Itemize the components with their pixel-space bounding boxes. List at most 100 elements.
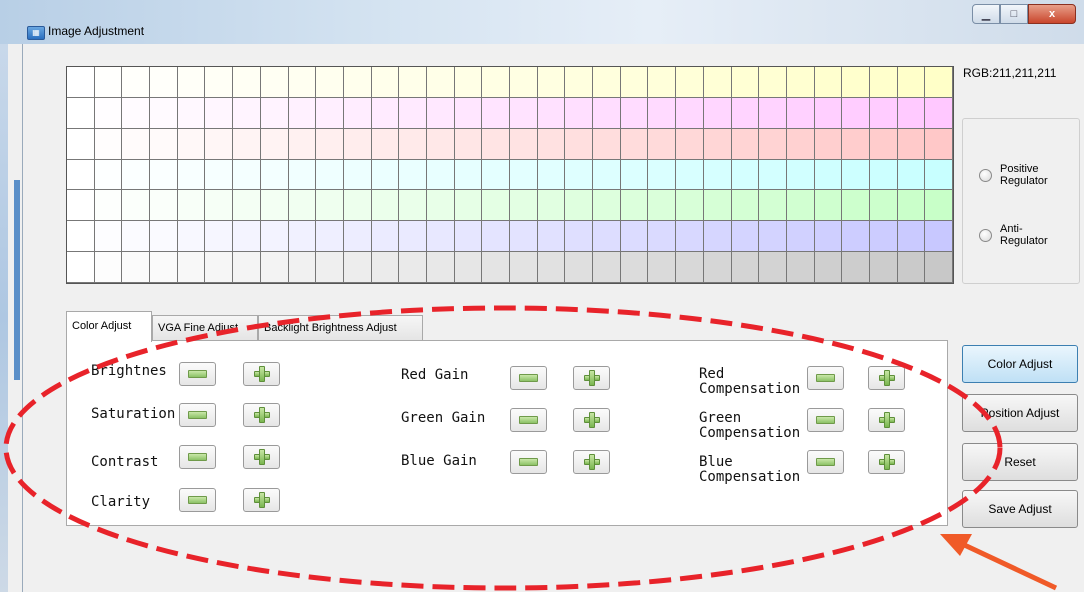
color-swatch[interactable] (205, 128, 234, 160)
color-swatch[interactable] (648, 128, 677, 160)
color-swatch[interactable] (177, 159, 206, 191)
color-swatch[interactable] (67, 190, 95, 222)
color-swatch[interactable] (399, 97, 427, 129)
color-swatch[interactable] (67, 97, 95, 129)
color-swatch[interactable] (731, 252, 760, 283)
color-swatch[interactable] (565, 67, 594, 98)
color-swatch[interactable] (593, 252, 621, 283)
color-swatch[interactable] (67, 252, 95, 283)
color-swatch[interactable] (288, 221, 317, 253)
color-swatch[interactable] (371, 128, 400, 160)
color-swatch[interactable] (454, 97, 483, 129)
color-swatch[interactable] (620, 252, 649, 283)
color-swatch[interactable] (814, 190, 843, 222)
color-swatch[interactable] (94, 97, 123, 129)
color-swatch[interactable] (482, 97, 510, 129)
color-swatch[interactable] (454, 159, 483, 191)
color-swatch[interactable] (593, 67, 621, 98)
color-swatch[interactable] (233, 252, 261, 283)
color-swatch[interactable] (260, 190, 289, 222)
color-swatch[interactable] (122, 97, 151, 129)
color-swatch[interactable] (897, 190, 926, 222)
color-swatch[interactable] (842, 190, 870, 222)
color-swatch[interactable] (454, 128, 483, 160)
color-swatch[interactable] (482, 221, 510, 253)
color-swatch[interactable] (454, 67, 483, 98)
color-swatch[interactable] (260, 128, 289, 160)
color-swatch[interactable] (343, 190, 372, 222)
color-swatch[interactable] (94, 159, 123, 191)
color-swatch[interactable] (233, 221, 261, 253)
color-swatch[interactable] (814, 159, 843, 191)
color-swatch[interactable] (371, 159, 400, 191)
color-swatch[interactable] (537, 128, 566, 160)
position-adjust-button[interactable]: Position Adjust (962, 394, 1078, 432)
color-swatch[interactable] (122, 190, 151, 222)
color-swatch[interactable] (94, 128, 123, 160)
radio-positive-regulator[interactable]: Positive Regulator (979, 163, 1060, 187)
color-swatch[interactable] (897, 221, 926, 253)
contrast-increase-button[interactable] (243, 445, 280, 469)
color-swatch[interactable] (565, 190, 594, 222)
color-swatch[interactable] (897, 128, 926, 160)
color-swatch[interactable] (897, 97, 926, 129)
color-swatch[interactable] (150, 159, 178, 191)
color-swatch[interactable] (482, 190, 510, 222)
color-swatch[interactable] (426, 97, 455, 129)
color-swatch[interactable] (869, 190, 898, 222)
color-swatch[interactable] (260, 159, 289, 191)
color-swatch[interactable] (316, 67, 344, 98)
color-swatch[interactable] (233, 159, 261, 191)
maximize-button[interactable]: □ (1000, 4, 1028, 24)
color-swatch[interactable] (842, 67, 870, 98)
color-swatch[interactable] (122, 221, 151, 253)
color-swatch[interactable] (565, 159, 594, 191)
color-swatch[interactable] (786, 128, 815, 160)
color-swatch[interactable] (648, 97, 677, 129)
color-swatch[interactable] (399, 128, 427, 160)
color-swatch[interactable] (620, 67, 649, 98)
color-swatch[interactable] (67, 67, 95, 98)
color-swatch[interactable] (343, 128, 372, 160)
color-swatch[interactable] (593, 190, 621, 222)
color-swatch[interactable] (565, 97, 594, 129)
color-swatch[interactable] (731, 159, 760, 191)
color-swatch[interactable] (869, 67, 898, 98)
color-swatch[interactable] (482, 128, 510, 160)
color-swatch[interactable] (399, 252, 427, 283)
color-swatch[interactable] (869, 97, 898, 129)
color-swatch[interactable] (371, 67, 400, 98)
color-swatch[interactable] (814, 97, 843, 129)
color-swatch[interactable] (288, 159, 317, 191)
color-swatch[interactable] (676, 97, 704, 129)
reset-button[interactable]: Reset (962, 443, 1078, 481)
color-swatch[interactable] (620, 97, 649, 129)
color-swatch[interactable] (676, 159, 704, 191)
green-compensation-decrease-button[interactable] (807, 408, 844, 432)
color-swatch[interactable] (260, 252, 289, 283)
color-swatch[interactable] (786, 97, 815, 129)
color-swatch[interactable] (122, 128, 151, 160)
color-swatch[interactable] (925, 128, 953, 160)
color-swatch[interactable] (648, 159, 677, 191)
color-swatch[interactable] (842, 221, 870, 253)
color-swatch[interactable] (343, 252, 372, 283)
saturation-decrease-button[interactable] (179, 403, 216, 427)
green-compensation-increase-button[interactable] (868, 408, 905, 432)
color-swatch[interactable] (343, 221, 372, 253)
color-swatch[interactable] (316, 221, 344, 253)
color-swatch[interactable] (703, 97, 732, 129)
color-swatch[interactable] (177, 221, 206, 253)
color-swatch[interactable] (316, 159, 344, 191)
color-swatch[interactable] (426, 252, 455, 283)
color-swatch[interactable] (260, 97, 289, 129)
red-compensation-increase-button[interactable] (868, 366, 905, 390)
color-swatch[interactable] (94, 221, 123, 253)
color-swatch[interactable] (703, 159, 732, 191)
color-swatch[interactable] (869, 221, 898, 253)
color-swatch[interactable] (537, 97, 566, 129)
color-swatch[interactable] (122, 159, 151, 191)
color-swatch[interactable] (510, 97, 538, 129)
color-swatch[interactable] (814, 252, 843, 283)
color-swatch[interactable] (399, 159, 427, 191)
